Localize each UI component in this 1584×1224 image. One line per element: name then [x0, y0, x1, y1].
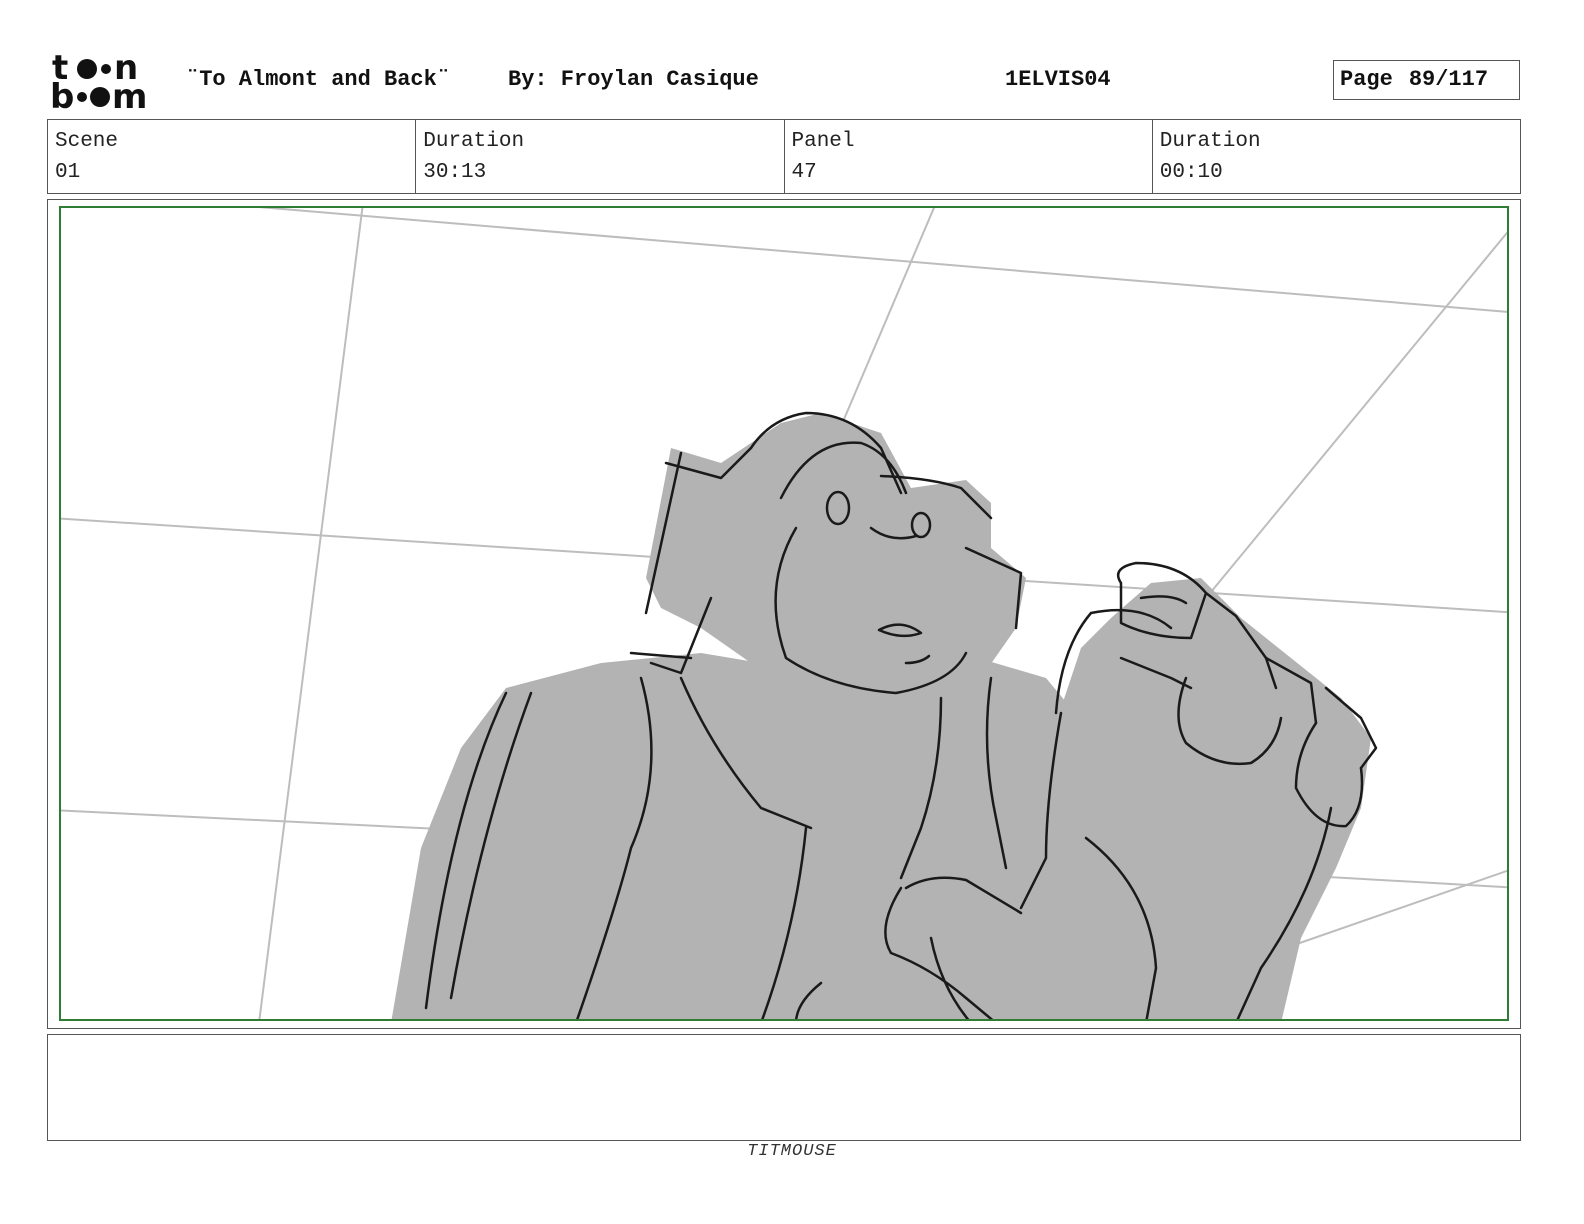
studio-footer: TITMOUSE [747, 1142, 837, 1161]
scene-cell: Scene 01 [48, 120, 417, 193]
panel-notes-box [47, 1034, 1521, 1141]
storyboard-sketch [61, 208, 1507, 1019]
page-number: 89/117 [1408, 67, 1489, 92]
scene-value: 01 [55, 161, 81, 184]
panel-value: 47 [791, 161, 817, 184]
shot-info-table: Scene 01 Duration 30:13 Panel 47 Duratio… [47, 119, 1521, 194]
toonboom-logo: t n b m [50, 48, 165, 117]
panel-duration-value: 00:10 [1159, 161, 1223, 184]
svg-text:m: m [112, 77, 147, 112]
character-silhouette [391, 413, 1371, 1019]
panel-cell: Panel 47 [785, 120, 1153, 193]
scene-label: Scene [55, 130, 119, 153]
svg-text:b: b [50, 77, 74, 112]
panel-label: Panel [791, 130, 855, 153]
toonboom-logo-icon: t n b m [50, 48, 147, 117]
panel-duration-label: Duration [1159, 130, 1261, 153]
panel-duration-cell: Duration 00:10 [1153, 120, 1520, 193]
author-credit: By: Froylan Casique [508, 67, 759, 92]
scene-duration-value: 30:13 [423, 161, 487, 184]
page-label: Page [1340, 67, 1393, 92]
scene-duration-label: Duration [423, 130, 525, 153]
page-indicator: Page 89/117 [1333, 60, 1520, 100]
storyboard-panel-image [59, 206, 1509, 1021]
scene-duration-cell: Duration 30:13 [416, 120, 785, 193]
episode-title: ¨To Almont and Back¨ [186, 67, 451, 92]
episode-code: 1ELVIS04 [1005, 67, 1111, 92]
